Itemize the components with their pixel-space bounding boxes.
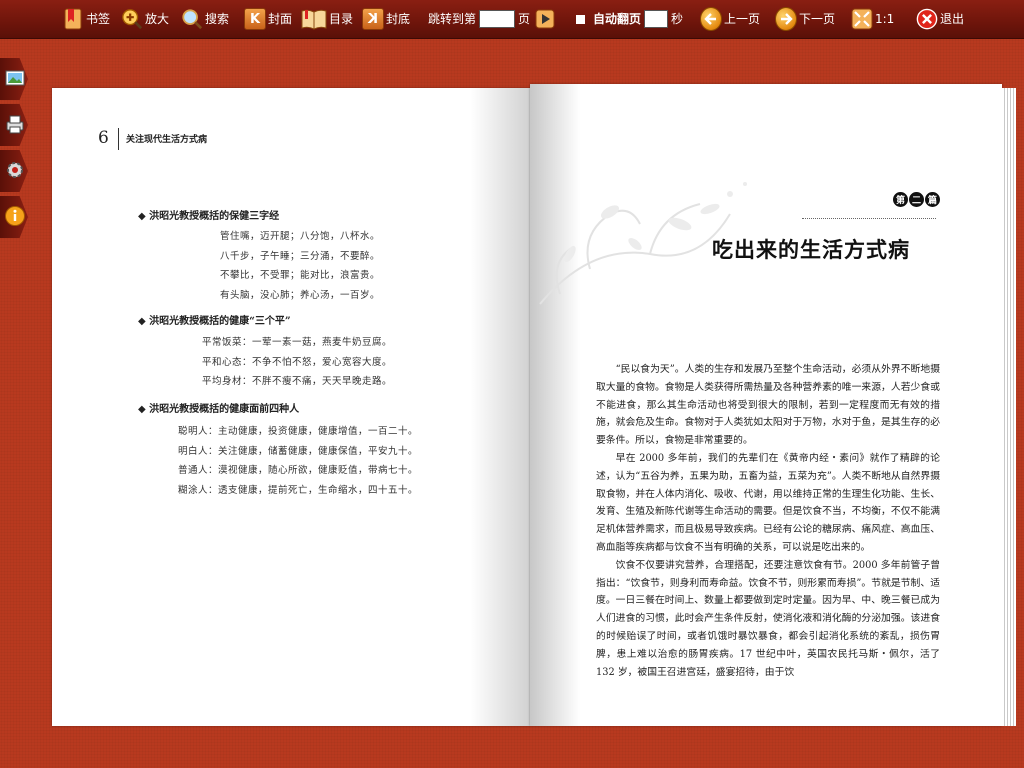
go-button[interactable] [534, 8, 556, 30]
verse-line: 不攀比，不受罪；能对比，浪富贵。 [220, 270, 381, 281]
prev-page-button[interactable]: 上一页 [700, 6, 760, 32]
last-page-icon: K [362, 8, 384, 30]
close-icon [916, 8, 938, 30]
verse-block: 管住嘴，迈开腿；八分饱，八杯水。 八千步，子午睡；三分涌，不要醉。 不攀比，不受… [220, 227, 380, 305]
cover-button[interactable]: K 封面 [244, 6, 292, 32]
verse-line: 平均身材：不胖不瘦不痛，天天早晚走路。 [202, 376, 393, 387]
zoom-button[interactable]: 放大 [121, 6, 169, 32]
back-cover-button[interactable]: K 封底 [362, 6, 410, 32]
arrow-left-icon [700, 7, 722, 31]
side-tab-settings[interactable] [0, 150, 34, 192]
play-icon [535, 9, 555, 29]
page-number-input[interactable] [479, 10, 516, 28]
actual-size-button[interactable]: 1:1 [851, 6, 894, 32]
search-icon [181, 8, 203, 30]
bookmark-icon [62, 8, 84, 30]
paragraph: “民以食为天”。人类的生存和发展乃至整个生命活动，必须从外界不断地摄取大量的食物… [596, 364, 940, 447]
right-page[interactable]: 第 二 篇 吃出来的生活方式病 “民以食为天”。人类的生存和发展乃至整个生命活动… [530, 84, 1002, 726]
side-tab-info[interactable] [0, 196, 34, 238]
auto-flip-seconds-input[interactable] [644, 10, 669, 28]
paragraph: 早在 2000 多年前，我们的先辈们在《黄帝内经・素问》就作了精辟的论述，认为“… [596, 452, 940, 553]
verse-line: 糊涂人：透支健康，提前死亡，生命缩水，四十五十。 [178, 484, 419, 496]
auto-flip: 自动翻页 秒 [576, 6, 683, 32]
printer-icon [6, 115, 24, 134]
auto-flip-checkbox[interactable] [576, 14, 585, 24]
verse-line: 明白人：关注健康，储蓄健康，健康保值，平安九十。 [178, 445, 419, 457]
jump-to-page: 跳转到第 页 [428, 6, 558, 32]
verse-block: 聪明人：主动健康，投资健康，健康增值，一百二十。 明白人：关注健康，储蓄健康，健… [178, 422, 418, 500]
section-title: ◆ 洪昭光教授概括的健康面前四种人 [138, 404, 300, 415]
chapter-title: 吃出来的生活方式病 [712, 237, 910, 262]
page-number: 6 [98, 128, 109, 148]
verse-line: 有头脑，没心肺；养心汤，一百岁。 [220, 289, 381, 301]
book-icon [301, 8, 327, 30]
chapter-badge: 第 二 篇 [892, 192, 940, 207]
picture-icon [5, 70, 25, 86]
info-icon [5, 206, 25, 226]
section-title: ◆ 洪昭光教授概括的健康“三个平” [138, 316, 291, 327]
first-page-icon: K [244, 8, 266, 30]
header-divider [118, 128, 119, 150]
exit-button[interactable]: 退出 [916, 6, 964, 32]
toolbar: 书签 放大 搜索 K 封面 目录 K 封底 跳转到第 页 自动翻页 秒 上一页 … [0, 0, 1024, 39]
body-text: “民以食为天”。人类的生存和发展乃至整个生命活动，必须从外界不断地摄取大量的食物… [596, 361, 940, 681]
verse-line: 管住嘴，迈开腿；八分饱，八杯水。 [220, 231, 381, 242]
side-tab-print[interactable] [0, 104, 34, 146]
gear-icon [7, 162, 23, 178]
verse-line: 聪明人：主动健康，投资健康，健康增值，一百二十。 [178, 426, 419, 437]
search-button[interactable]: 搜索 [181, 6, 229, 32]
contents-button[interactable]: 目录 [301, 6, 353, 32]
page-edge-stack [1002, 88, 1016, 726]
zoom-in-icon [121, 8, 143, 30]
dotted-rule [802, 218, 936, 219]
paragraph: 饮食不仅要讲究营养，合理搭配，还要注意饮食有节。2000 多年前管子曾指出：“饮… [596, 559, 940, 678]
verse-block: 平常饭菜：一荤一素一菇，燕麦牛奶豆腐。 平和心态：不争不怕不怒，爱心宽容大度。 … [202, 333, 392, 392]
bookmark-button[interactable]: 书签 [62, 6, 110, 32]
verse-line: 平和心态：不争不怕不怒，爱心宽容大度。 [202, 356, 393, 368]
verse-line: 平常饭菜：一荤一素一菇，燕麦牛奶豆腐。 [202, 337, 393, 348]
verse-line: 八千步，子午睡；三分涌，不要醉。 [220, 250, 381, 262]
next-page-button[interactable]: 下一页 [775, 6, 835, 32]
running-head: 关注现代生活方式病 [126, 135, 208, 145]
fit-icon [851, 8, 873, 30]
arrow-right-icon [775, 7, 797, 31]
verse-line: 普通人：漠视健康，随心所欲，健康贬值，带病七十。 [178, 465, 419, 476]
book-viewer: 6 关注现代生活方式病 ◆ 洪昭光教授概括的保健三字经 管住嘴，迈开腿；八分饱，… [52, 84, 1020, 732]
side-tab-thumbnails[interactable] [0, 58, 34, 100]
left-page[interactable]: 6 关注现代生活方式病 ◆ 洪昭光教授概括的保健三字经 管住嘴，迈开腿；八分饱，… [52, 88, 530, 726]
section-title: ◆ 洪昭光教授概括的保健三字经 [138, 211, 280, 222]
